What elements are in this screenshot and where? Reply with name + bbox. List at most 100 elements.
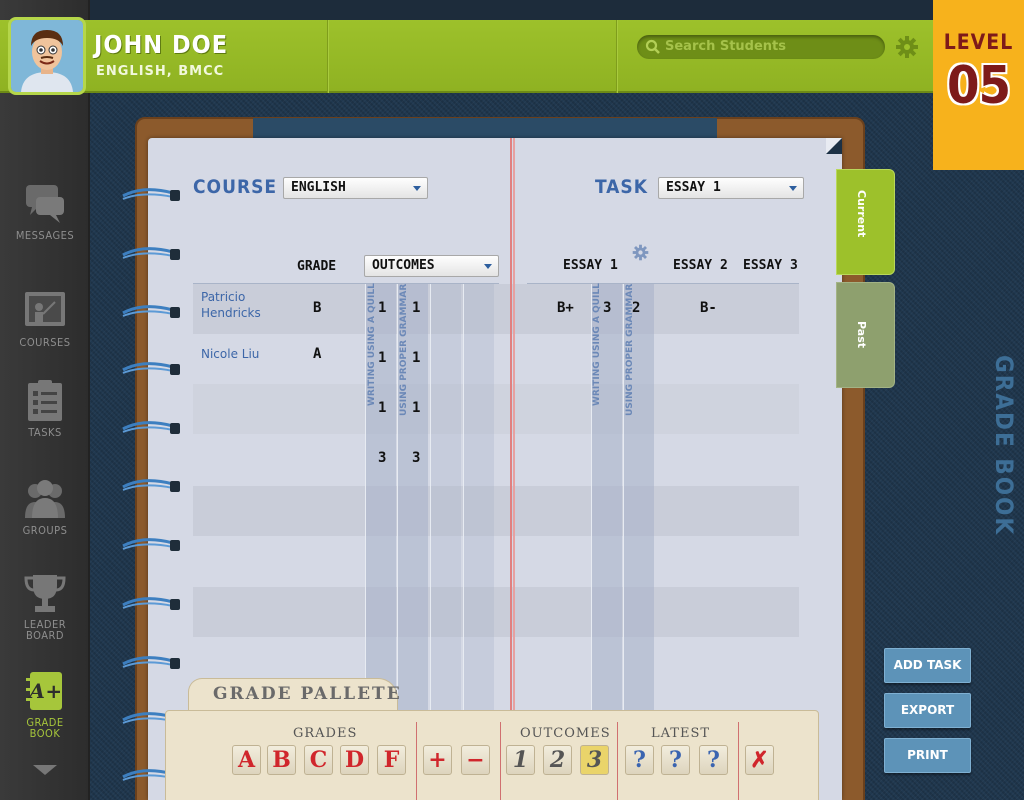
- course-select[interactable]: ENGLISH: [283, 177, 428, 199]
- gear-icon[interactable]: [632, 244, 649, 261]
- level-value: 05: [946, 56, 1011, 116]
- chevron-down-icon: [789, 186, 797, 191]
- level-label: LEVEL: [943, 30, 1014, 54]
- level-badge: LEVEL 05: [933, 0, 1024, 170]
- gear-icon[interactable]: [895, 35, 919, 59]
- people-icon: [25, 480, 65, 518]
- pallete-title: GRADE PALLETE: [213, 684, 402, 704]
- outcomes-group-label: OUTCOMES: [520, 726, 611, 741]
- course-label: COURSE: [193, 176, 278, 198]
- print-button[interactable]: PRINT: [884, 738, 971, 773]
- grade-cell[interactable]: A: [313, 346, 321, 362]
- sidebar-item-label: BOOK: [29, 727, 61, 740]
- sidebar-item-groups[interactable]: GROUPS: [0, 478, 90, 537]
- checklist-icon: [28, 380, 62, 421]
- outcome-cell[interactable]: 3: [378, 450, 386, 466]
- outcomes-select-value: OUTCOMES: [372, 258, 435, 273]
- essay-grade-cell[interactable]: B+: [557, 300, 574, 316]
- student-name[interactable]: Nicole Liu: [201, 346, 281, 362]
- outcomes-select[interactable]: OUTCOMES: [364, 255, 499, 277]
- spiral-ring: [122, 538, 180, 551]
- latest-3-button[interactable]: ?: [699, 745, 728, 775]
- table-row: [193, 486, 799, 536]
- sidebar-item-label: TASKS: [28, 426, 62, 439]
- avatar[interactable]: [8, 17, 86, 95]
- sidebar-item-messages[interactable]: MESSAGES: [0, 183, 90, 242]
- chevron-down-icon: [413, 186, 421, 191]
- pallete-divider: [738, 722, 739, 800]
- grade-f-button[interactable]: F: [377, 745, 406, 775]
- outcome-label: USING PROPER GRAMMAR: [399, 283, 409, 416]
- minus-modifier-button[interactable]: −: [461, 745, 490, 775]
- tab-label: Current: [855, 190, 868, 238]
- grade-b-button[interactable]: B: [267, 745, 296, 775]
- outcome-2-button[interactable]: 2: [543, 745, 572, 775]
- outcome-cell[interactable]: 3: [603, 300, 611, 316]
- plus-modifier-button[interactable]: +: [423, 745, 452, 775]
- spiral-ring: [122, 188, 180, 201]
- student-name[interactable]: Patricio Hendricks: [201, 289, 281, 321]
- sidebar-item-label: GROUPS: [22, 524, 68, 537]
- speech-bubbles-icon: [26, 185, 64, 223]
- task-select[interactable]: ESSAY 1: [658, 177, 804, 199]
- sidebar-item-label: MESSAGES: [15, 229, 75, 242]
- sidebar-item-grade-book[interactable]: A+ GRADE BOOK: [0, 670, 90, 740]
- badge-notch: [933, 120, 1024, 170]
- spiral-ring: [122, 656, 180, 669]
- search-input[interactable]: Search Students: [637, 35, 885, 59]
- outcome-cell[interactable]: 1: [412, 300, 420, 316]
- outcome-cell[interactable]: 2: [632, 300, 640, 316]
- user-name: JOHN DOE: [94, 30, 229, 59]
- chalkboard-icon: [25, 292, 65, 326]
- spiral-ring: [122, 305, 180, 318]
- sidebar-item-leaderboard[interactable]: LEADER BOARD: [0, 572, 90, 642]
- avatar-image: [11, 20, 83, 92]
- export-button[interactable]: EXPORT: [884, 693, 971, 728]
- margin-line: [510, 138, 512, 718]
- grade-book-side-label: GRADE BOOK: [990, 355, 1018, 537]
- chevron-down-icon: [484, 264, 492, 269]
- outcome-3-button[interactable]: 3: [580, 745, 609, 775]
- clear-grade-button[interactable]: ✗: [745, 745, 774, 775]
- user-course: ENGLISH, BMCC: [96, 64, 225, 79]
- outcome-1-button[interactable]: 1: [506, 745, 535, 775]
- spiral-ring: [122, 247, 180, 260]
- spiral-ring: [122, 362, 180, 375]
- outcome-cell[interactable]: 1: [378, 300, 386, 316]
- outcome-cell[interactable]: 1: [378, 350, 386, 366]
- table-row: [193, 587, 799, 637]
- trophy-icon: [24, 575, 66, 612]
- search-placeholder: Search Students: [665, 39, 787, 54]
- grade-cell[interactable]: B: [313, 300, 321, 316]
- latest-2-button[interactable]: ?: [661, 745, 690, 775]
- tab-past[interactable]: Past: [836, 282, 895, 388]
- task-select-value: ESSAY 1: [666, 180, 721, 195]
- essay-1-header[interactable]: ESSAY 1: [563, 258, 618, 273]
- grade-c-button[interactable]: C: [304, 745, 333, 775]
- outcome-cell[interactable]: 1: [378, 400, 386, 416]
- header-divider: [327, 20, 328, 93]
- grade-column-header: GRADE: [297, 259, 337, 274]
- sidebar-item-tasks[interactable]: TASKS: [0, 380, 90, 439]
- header-rule: [527, 283, 799, 284]
- pallete-divider: [500, 722, 501, 800]
- svg-text:A+: A+: [27, 679, 62, 703]
- chevron-down-icon[interactable]: [33, 765, 57, 775]
- essay-2-header[interactable]: ESSAY 2: [673, 258, 728, 273]
- table-row: [193, 384, 799, 434]
- outcome-cell[interactable]: 1: [412, 350, 420, 366]
- essay-grade-cell[interactable]: B-: [700, 300, 717, 316]
- course-select-value: ENGLISH: [291, 180, 346, 195]
- grade-a-button[interactable]: A: [232, 745, 261, 775]
- header-divider: [616, 20, 617, 93]
- tab-label: Past: [855, 321, 868, 348]
- grade-d-button[interactable]: D: [340, 745, 369, 775]
- sidebar-item-courses[interactable]: COURSES: [0, 290, 90, 349]
- essay-3-header[interactable]: ESSAY 3: [743, 258, 798, 273]
- latest-1-button[interactable]: ?: [625, 745, 654, 775]
- outcome-cell[interactable]: 1: [412, 400, 420, 416]
- add-task-button[interactable]: ADD TASK: [884, 648, 971, 683]
- outcome-cell[interactable]: 3: [412, 450, 420, 466]
- sidebar-item-label: BOARD: [26, 629, 64, 642]
- tab-current[interactable]: Current: [836, 169, 895, 275]
